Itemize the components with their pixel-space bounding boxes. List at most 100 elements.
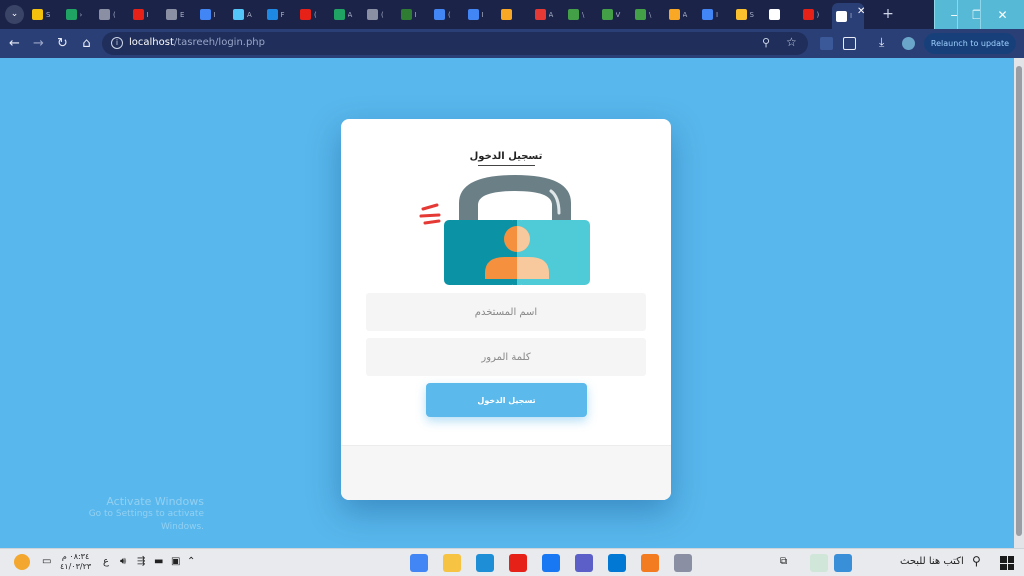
language-indicator[interactable]: ع bbox=[103, 556, 109, 567]
cortana-icon[interactable] bbox=[834, 554, 852, 572]
profile-avatar[interactable] bbox=[902, 37, 915, 50]
edge-taskbar-icon[interactable] bbox=[476, 554, 494, 572]
browser-tab[interactable]: ( bbox=[296, 5, 328, 24]
tab-search-button[interactable]: ⌄ bbox=[5, 5, 24, 24]
browser-tab[interactable] bbox=[765, 5, 797, 24]
page-scrollbar[interactable] bbox=[1014, 58, 1024, 548]
browser-tab[interactable]: ( bbox=[430, 5, 462, 24]
tab-favicon-icon bbox=[367, 9, 378, 20]
url-host: localhost bbox=[129, 37, 174, 48]
tab-title: ( bbox=[448, 10, 451, 19]
search-icon[interactable]: ⚲ bbox=[972, 554, 981, 568]
tab-title: A bbox=[682, 10, 688, 19]
browser-tab[interactable]: I bbox=[464, 5, 496, 24]
tab-favicon-icon bbox=[735, 9, 747, 20]
close-window-button[interactable]: ✕ bbox=[980, 0, 1024, 29]
tab-title: I bbox=[146, 10, 149, 19]
url-text[interactable]: localhost/tasreeh/login.php bbox=[129, 37, 265, 48]
facebook-taskbar-icon[interactable] bbox=[542, 554, 560, 572]
weather-icon[interactable] bbox=[14, 554, 30, 570]
browser-tab[interactable]: ) bbox=[799, 5, 831, 24]
zoom-icon[interactable]: ⚲ bbox=[762, 36, 770, 49]
volume-icon[interactable]: 🔊︎ bbox=[120, 556, 126, 567]
widget-icon[interactable] bbox=[810, 554, 828, 572]
tab-title: I bbox=[481, 10, 484, 19]
chrome-taskbar-icon[interactable] bbox=[410, 554, 428, 572]
relaunch-to-update-button[interactable]: Relaunch to update bbox=[924, 33, 1016, 54]
tab-favicon-icon bbox=[467, 9, 479, 20]
tab-favicon-icon bbox=[132, 9, 144, 20]
browser-tab[interactable]: A bbox=[229, 5, 261, 24]
browser-tab[interactable]: S bbox=[732, 5, 764, 24]
watermark-title: Activate Windows bbox=[106, 495, 204, 508]
taskbar-search-box[interactable]: اكتب هنا للبحث bbox=[900, 556, 964, 567]
tab-favicon-icon bbox=[32, 9, 43, 20]
extensions-puzzle-icon[interactable] bbox=[843, 37, 856, 50]
browser-tab[interactable]: ( bbox=[363, 5, 395, 24]
tab-favicon-icon bbox=[266, 9, 278, 20]
tab-favicon-icon bbox=[836, 10, 847, 22]
tab-strip: ⌄ S›(IEIAF(A(I(IA\V\AIS)I ✕ + — ❐ ✕ bbox=[0, 0, 1024, 29]
vscode-taskbar-icon[interactable] bbox=[608, 554, 626, 572]
browser-tab[interactable]: I bbox=[129, 5, 161, 24]
tab-favicon-icon bbox=[400, 9, 412, 20]
watermark-subtitle: Go to Settings to activate Windows. bbox=[88, 509, 204, 532]
taskbar-clock[interactable]: ٠٨:٣٤ م ٤١/٠٣/٢٣ bbox=[60, 552, 91, 572]
browser-tab[interactable]: E bbox=[162, 5, 194, 24]
browser-tab[interactable]: A bbox=[531, 5, 563, 24]
browser-tab[interactable]: › bbox=[62, 5, 94, 24]
tab-favicon-icon bbox=[300, 9, 311, 20]
network-icon[interactable]: ⇶ bbox=[137, 556, 145, 567]
tab-favicon-icon bbox=[501, 9, 512, 20]
tab-title: S bbox=[749, 10, 754, 19]
new-tab-button[interactable]: + bbox=[880, 6, 896, 22]
browser-tab[interactable]: I bbox=[196, 5, 228, 24]
browser-tab[interactable]: A bbox=[665, 5, 697, 24]
login-button[interactable]: تسجيل الدخول bbox=[426, 383, 587, 417]
forward-button[interactable]: → bbox=[30, 35, 47, 52]
facebook-extension-icon[interactable] bbox=[820, 37, 833, 50]
back-button[interactable]: ← bbox=[6, 35, 23, 52]
tab-title: I bbox=[414, 10, 417, 19]
url-path: /tasreeh/login.php bbox=[173, 37, 265, 48]
username-input[interactable] bbox=[366, 293, 646, 331]
home-button[interactable]: ⌂ bbox=[78, 35, 95, 52]
youtube-taskbar-icon[interactable] bbox=[509, 554, 527, 572]
browser-tab[interactable]: ( bbox=[95, 5, 127, 24]
battery-icon[interactable]: ▬ bbox=[154, 556, 163, 567]
tab-title: A bbox=[548, 10, 554, 19]
login-card: تسجيل الدخول تسجيل الدخول bbox=[341, 119, 671, 500]
site-info-icon[interactable]: i bbox=[111, 37, 123, 49]
scrollbar-thumb[interactable] bbox=[1016, 66, 1022, 536]
reload-button[interactable]: ↻ bbox=[54, 35, 71, 52]
notifications-icon[interactable]: ▭ bbox=[42, 556, 51, 567]
password-input[interactable] bbox=[366, 338, 646, 376]
tab-title: \ bbox=[649, 10, 652, 19]
browser-tab[interactable]: S bbox=[28, 5, 60, 24]
tab-favicon-icon bbox=[99, 9, 110, 20]
meet-now-icon[interactable]: ▣ bbox=[171, 556, 180, 567]
clock-time: ٠٨:٣٤ م bbox=[61, 552, 90, 561]
close-tab-icon[interactable]: ✕ bbox=[857, 6, 865, 17]
task-view-icon[interactable]: ⧉ bbox=[780, 556, 787, 567]
tab-favicon-icon bbox=[333, 9, 345, 20]
tab-favicon-icon bbox=[199, 9, 211, 20]
g-app-taskbar-icon[interactable] bbox=[641, 554, 659, 572]
bookmark-star-icon[interactable]: ☆ bbox=[786, 35, 797, 49]
browser-tab[interactable]: I bbox=[397, 5, 429, 24]
browser-tab[interactable]: V bbox=[598, 5, 630, 24]
browser-tab[interactable]: \ bbox=[564, 5, 596, 24]
show-hidden-icons-chevron[interactable]: ⌃ bbox=[187, 556, 195, 567]
download-icon[interactable]: ⤓ bbox=[879, 36, 892, 49]
browser-tab[interactable]: \ bbox=[631, 5, 663, 24]
tab-favicon-icon bbox=[568, 9, 579, 20]
start-button[interactable] bbox=[1000, 556, 1014, 570]
browser-tab[interactable] bbox=[497, 5, 529, 24]
browser-tab[interactable]: A bbox=[330, 5, 362, 24]
address-bar[interactable]: i localhost/tasreeh/login.php ⚲ ☆ bbox=[102, 32, 808, 55]
browser-tab[interactable]: I bbox=[698, 5, 730, 24]
browser-tab[interactable]: F bbox=[263, 5, 295, 24]
teams-taskbar-icon[interactable] bbox=[575, 554, 593, 572]
file-explorer-taskbar-icon[interactable] bbox=[443, 554, 461, 572]
paint-taskbar-icon[interactable] bbox=[674, 554, 692, 572]
